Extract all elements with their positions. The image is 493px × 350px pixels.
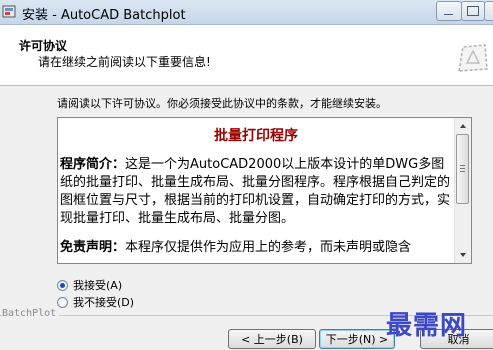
page-title: 许可协议 (19, 39, 68, 53)
license-text-box[interactable]: 批量打印程序 程序简介：这是一个为AutoCAD2000以上版本设计的单DWG多… (57, 117, 472, 264)
maximize-button[interactable] (461, 1, 485, 21)
scroll-thumb[interactable] (456, 134, 469, 204)
accept-radio[interactable] (57, 279, 68, 291)
decline-option[interactable]: 我不接受(D) (57, 294, 134, 310)
title-bar: 安装 - AutoCAD Batchplot (0, 0, 493, 25)
installer-icon (2, 5, 16, 18)
minimize-button[interactable] (436, 1, 462, 21)
accept-option[interactable]: 我接受(A) (57, 277, 122, 293)
intro-label: 程序简介： (60, 157, 126, 172)
disclaimer-label: 免责声明： (60, 240, 126, 255)
license-heading: 批量打印程序 (214, 128, 298, 144)
minimize-icon (444, 14, 453, 15)
license-intro: 程序简介：这是一个为AutoCAD2000以上版本设计的单DWG多图纸的批量打印… (60, 156, 452, 228)
scroll-up-icon[interactable] (455, 118, 471, 133)
back-button[interactable]: < 上一步(B) (228, 329, 316, 349)
maximize-icon (467, 6, 479, 16)
window-title: 安装 - AutoCAD Batchplot (22, 8, 186, 23)
page-subtitle: 请在继续之前阅读以下重要信息! (38, 55, 211, 69)
license-content: 批量打印程序 程序简介：这是一个为AutoCAD2000以上版本设计的单DWG多… (60, 118, 452, 257)
license-instruction: 请阅读以下许可协议。你必须接受此协议中的条款，才能继续安装。 (57, 97, 387, 110)
close-button[interactable] (484, 1, 493, 21)
accept-label: 我接受(A) (73, 279, 123, 292)
watermark: 最需网 (386, 311, 468, 341)
next-button[interactable]: 下一步(N) > (319, 329, 395, 349)
license-scrollbar[interactable] (454, 118, 471, 263)
license-disclaimer: 免责声明：本程序仅提供作为应用上的参考，而未声明或隐含 (60, 239, 452, 257)
disclaimer-text: 本程序仅提供作为应用上的参考，而未声明或隐含 (125, 240, 412, 255)
decline-label: 我不接受(D) (73, 296, 135, 309)
brand-label: BatchPlot (2, 308, 60, 319)
setup-logo-icon (458, 44, 488, 72)
wizard-header: 许可协议 请在继续之前阅读以下重要信息! (0, 25, 493, 86)
scroll-down-icon[interactable] (455, 248, 471, 263)
decline-radio[interactable] (57, 296, 68, 308)
